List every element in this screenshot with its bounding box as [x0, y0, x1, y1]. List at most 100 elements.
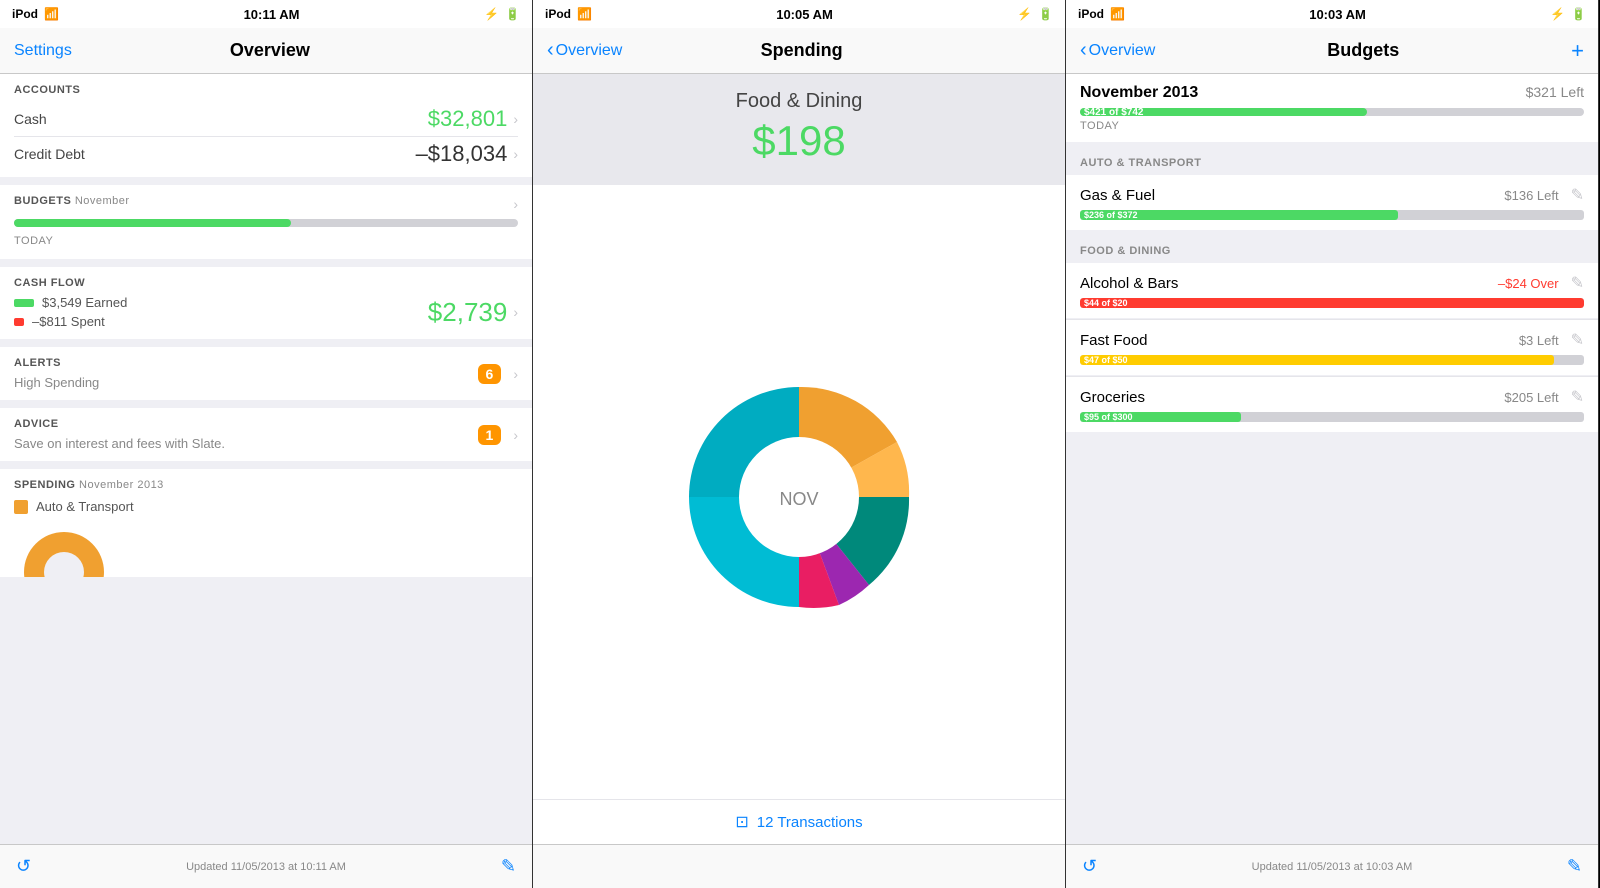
credit-row[interactable]: Credit Debt –$18,034 ›: [14, 137, 518, 171]
back-button-3[interactable]: ‹ Overview: [1080, 39, 1155, 62]
advice-info: ADVICE Save on interest and fees with Sl…: [14, 418, 225, 451]
budget-item-gas[interactable]: Gas & Fuel $136 Left ✎ $236 of $372: [1066, 175, 1598, 230]
divider-b1: [1066, 143, 1598, 151]
spending-legend: Auto & Transport: [14, 499, 518, 514]
budget-item-fastfood[interactable]: Fast Food $3 Left ✎ $47 of $50: [1066, 319, 1598, 375]
divider-2: [0, 259, 532, 267]
nov-header: November 2013 $321 Left: [1080, 84, 1584, 102]
battery-icon-1: 🔋: [505, 7, 520, 21]
refresh-icon-1[interactable]: ↺: [16, 856, 31, 877]
cashflow-left: $3,549 Earned –$811 Spent: [14, 295, 127, 329]
divider-4: [0, 400, 532, 408]
cash-label: Cash: [14, 111, 47, 127]
wifi-icon-1: 📶: [44, 7, 59, 21]
alerts-row: ALERTS High Spending 6 ›: [14, 357, 518, 390]
time-2: 10:05 AM: [776, 7, 833, 22]
fastfood-header: Fast Food $3 Left ✎: [1080, 330, 1584, 350]
fastfood-bar-fill: $47 of $50: [1080, 355, 1554, 365]
alerts-sub: High Spending: [14, 375, 99, 390]
alerts-info: ALERTS High Spending: [14, 357, 99, 390]
panel-budgets: iPod 📶 10:03 AM ⚡ 🔋 ‹ Overview Budgets +…: [1066, 0, 1599, 888]
nav-bar-1: Settings Overview: [0, 28, 532, 74]
status-left-1: iPod 📶: [12, 7, 59, 21]
transactions-count: 12 Transactions: [757, 814, 863, 831]
fastfood-bar-row: $47 of $50: [1080, 355, 1584, 365]
edit-icon-3[interactable]: ✎: [1567, 856, 1582, 877]
alcohol-right: –$24 Over ✎: [1498, 273, 1584, 293]
cashflow-header: CASH FLOW: [14, 277, 518, 289]
nov-progress-bg: $421 of $742: [1080, 108, 1584, 116]
groceries-edit-icon[interactable]: ✎: [1571, 387, 1584, 407]
battery-icon-3: 🔋: [1571, 7, 1586, 21]
budgets-scroll: November 2013 $321 Left $421 of $742 TOD…: [1066, 74, 1598, 844]
budgets-chevron: ›: [513, 196, 518, 212]
spending-header-section: Food & Dining $198: [533, 74, 1065, 185]
advice-right: 1 ›: [478, 425, 518, 445]
alerts-section[interactable]: ALERTS High Spending 6 ›: [0, 347, 532, 400]
status-right-2: ⚡ 🔋: [1017, 7, 1053, 21]
updated-text-1: Updated 11/05/2013 at 10:11 AM: [186, 861, 346, 873]
divider-5: [0, 461, 532, 469]
cashflow-spent: –$811 Spent: [14, 314, 127, 329]
gas-left: $136 Left: [1504, 188, 1558, 203]
groceries-bar-fill: $95 of $300: [1080, 412, 1241, 422]
nov-title: November 2013: [1080, 84, 1198, 102]
earned-label: $3,549 Earned: [42, 295, 127, 310]
advice-section[interactable]: ADVICE Save on interest and fees with Sl…: [0, 408, 532, 461]
advice-sub: Save on interest and fees with Slate.: [14, 436, 225, 451]
status-left-3: iPod 📶: [1078, 7, 1125, 21]
nov-progress-fill: $421 of $742: [1080, 108, 1367, 116]
alerts-header: ALERTS: [14, 357, 99, 369]
add-budget-button[interactable]: +: [1571, 38, 1584, 64]
transactions-bar[interactable]: ⊡ 12 Transactions: [533, 799, 1065, 844]
groceries-right: $205 Left ✎: [1504, 387, 1584, 407]
bottom-bar-3: ↺ Updated 11/05/2013 at 10:03 AM ✎: [1066, 844, 1598, 888]
budget-item-alcohol[interactable]: Alcohol & Bars –$24 Over ✎ $44 of $20: [1066, 263, 1598, 318]
spending-section-1[interactable]: SPENDING November 2013 Auto & Transport: [0, 469, 532, 577]
cashflow-total-row: $2,739 ›: [428, 297, 518, 328]
november-budget[interactable]: November 2013 $321 Left $421 of $742 TOD…: [1066, 74, 1598, 142]
back-button-2[interactable]: ‹ Overview: [547, 39, 622, 62]
gas-header: Gas & Fuel $136 Left ✎: [1080, 185, 1584, 205]
groceries-name: Groceries: [1080, 389, 1145, 406]
gas-edit-icon[interactable]: ✎: [1571, 185, 1584, 205]
time-1: 10:11 AM: [244, 7, 300, 22]
cashflow-row: $3,549 Earned –$811 Spent $2,739 ›: [14, 295, 518, 329]
legend-label: Auto & Transport: [36, 499, 134, 514]
cash-row[interactable]: Cash $32,801 ›: [14, 102, 518, 137]
cashflow-section[interactable]: CASH FLOW $3,549 Earned –$811 Spent $2,7…: [0, 267, 532, 339]
alcohol-bar-fill: $44 of $20: [1080, 298, 1584, 308]
edit-icon-1[interactable]: ✎: [501, 856, 516, 877]
nov-bar-label: $421 of $742: [1084, 107, 1144, 118]
cashflow-chevron: ›: [513, 304, 518, 320]
budgets-section[interactable]: BUDGETS November › TODAY: [0, 185, 532, 259]
advice-chevron: ›: [513, 427, 518, 443]
wifi-icon-2: 📶: [577, 7, 592, 21]
chevron-left-icon-2: ‹: [547, 39, 554, 62]
alcohol-header: Alcohol & Bars –$24 Over ✎: [1080, 273, 1584, 293]
alcohol-edit-icon[interactable]: ✎: [1571, 273, 1584, 293]
divider-b2: [1066, 231, 1598, 239]
accounts-header: ACCOUNTS: [14, 84, 518, 96]
cash-chevron: ›: [513, 111, 518, 127]
bluetooth-icon-2: ⚡: [1017, 7, 1032, 21]
page-title-1: Overview: [230, 40, 310, 61]
advice-header: ADVICE: [14, 418, 225, 430]
divider-food-dining: FOOD & DINING: [1066, 239, 1598, 263]
fastfood-right: $3 Left ✎: [1519, 330, 1584, 350]
divider-1: [0, 177, 532, 185]
fastfood-bar-bg: $47 of $50: [1080, 355, 1584, 365]
refresh-icon-3[interactable]: ↺: [1082, 856, 1097, 877]
fastfood-edit-icon[interactable]: ✎: [1571, 330, 1584, 350]
nav-bar-3: ‹ Overview Budgets +: [1066, 28, 1598, 74]
spending-info: SPENDING November 2013 Auto & Transport: [14, 479, 518, 577]
settings-button[interactable]: Settings: [14, 42, 72, 60]
accounts-section: ACCOUNTS Cash $32,801 › Credit Debt –$18…: [0, 74, 532, 177]
spending-category: Food & Dining: [547, 90, 1051, 113]
donut-chart: NOV: [669, 367, 929, 627]
fastfood-name: Fast Food: [1080, 332, 1148, 349]
bottom-bar-1: ↺ Updated 11/05/2013 at 10:11 AM ✎: [0, 844, 532, 888]
budget-item-groceries[interactable]: Groceries $205 Left ✎ $95 of $300: [1066, 376, 1598, 432]
spending-amount: $198: [547, 117, 1051, 165]
carrier-1: iPod: [12, 7, 38, 21]
